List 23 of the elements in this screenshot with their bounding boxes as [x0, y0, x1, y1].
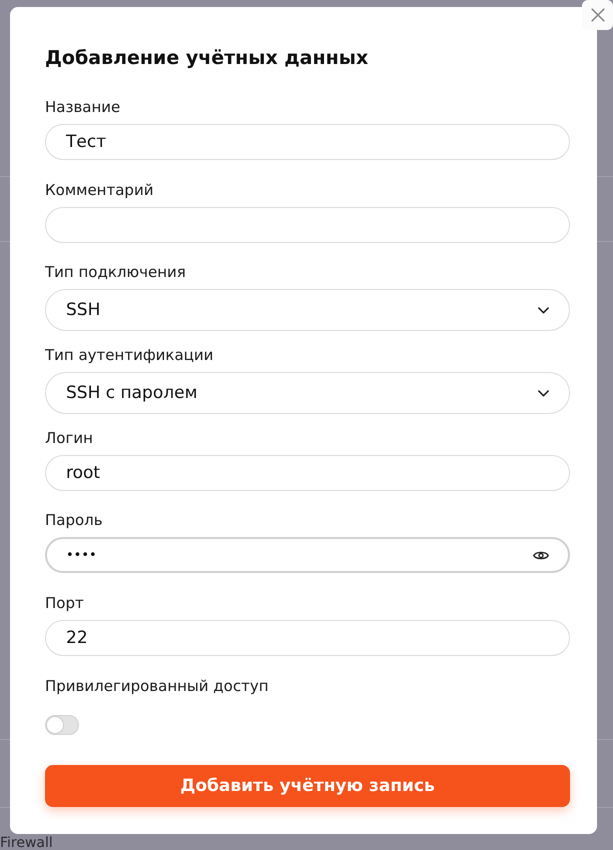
field-label: Комментарий: [45, 180, 154, 199]
select-field[interactable]: SSH с паролем: [45, 372, 570, 414]
password-field[interactable]: ••••: [45, 537, 570, 574]
field-label: Пароль: [45, 511, 103, 530]
field-label: Тип подключения: [45, 263, 186, 282]
text-field[interactable]: root: [45, 454, 570, 491]
field-label: Название: [45, 98, 120, 116]
toggle-switch[interactable]: [45, 714, 79, 735]
field-label: Привилегированный доступ: [45, 676, 269, 695]
text-field[interactable]: Тест: [45, 124, 570, 160]
dialog-title: Добавление учётных данных: [45, 46, 368, 70]
field-label: Логин: [45, 428, 93, 447]
backdrop-text: Firewall: [0, 836, 53, 850]
eye-icon[interactable]: [533, 550, 549, 561]
chevron-down-icon: [538, 306, 549, 314]
text-field[interactable]: [45, 206, 570, 243]
close-button[interactable]: [582, 0, 613, 30]
close-icon: [590, 8, 604, 22]
text-field[interactable]: 22: [45, 620, 570, 656]
field-label: Порт: [45, 594, 84, 612]
select-field[interactable]: SSH: [45, 289, 570, 332]
chevron-down-icon: [538, 390, 549, 397]
field-label: Тип аутентификации: [45, 346, 214, 364]
